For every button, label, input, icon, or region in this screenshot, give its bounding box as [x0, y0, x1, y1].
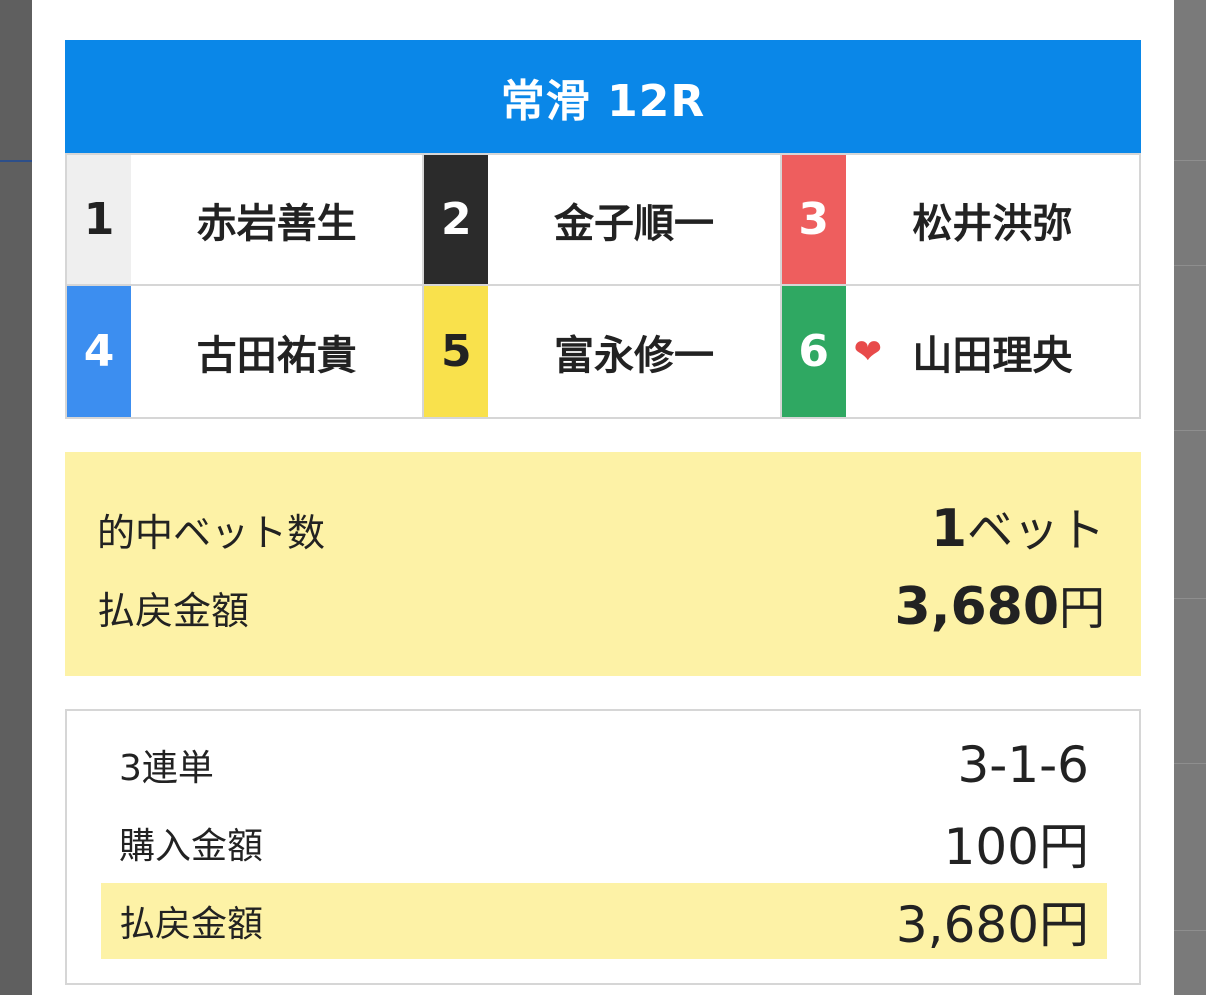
bet-combination: 3-1-6: [957, 736, 1089, 794]
lane-number: 5: [424, 286, 489, 417]
racer-name: 富永修一: [553, 332, 714, 379]
heart-icon: ❤: [853, 331, 883, 372]
bet-type-label: 3連単: [119, 748, 214, 789]
backdrop-line: [1174, 430, 1206, 431]
payout-row: 払戻金額 3,680円: [97, 572, 1105, 638]
entry-lane-6: 6 ❤ 山田理央: [781, 286, 1139, 417]
lane-number: 4: [67, 286, 131, 417]
hit-bets-label: 的中ベット数: [97, 511, 326, 555]
purchase-amount: 100円: [943, 818, 1089, 876]
entry-lane-2: 2 金子順一: [424, 155, 782, 286]
backdrop-line: [1174, 265, 1206, 266]
hit-bets-unit: ベット: [967, 503, 1105, 557]
racer-cell: ❤ 山田理央: [846, 286, 1139, 417]
entry-grid: 1 赤岩善生 2 金子順一 3 松井洪弥 4 古田祐貴 5 富永修一 6 ❤ 山…: [65, 153, 1141, 419]
lane-number: 6: [781, 286, 846, 417]
hit-bets-value: 1ベット: [931, 494, 1105, 560]
payout-value: 3,680円: [895, 572, 1105, 638]
payout-amount: 3,680: [894, 577, 1059, 637]
backdrop-line: [1174, 598, 1206, 599]
entry-lane-1: 1 赤岩善生: [67, 155, 425, 286]
racer-name: 金子順一: [553, 200, 714, 247]
purchase-row: 購入金額 100円: [101, 805, 1107, 881]
lane-number: 1: [67, 155, 131, 284]
result-modal: 常滑 12R 1 赤岩善生 2 金子順一 3 松井洪弥 4 古田祐貴 5 富永修…: [32, 0, 1174, 995]
race-title: 常滑 12R: [65, 40, 1141, 153]
payout-summary: 的中ベット数 1ベット 払戻金額 3,680円: [65, 452, 1141, 676]
hit-bets-row: 的中ベット数 1ベット: [97, 494, 1105, 560]
modal-backdrop-right[interactable]: [1174, 0, 1206, 995]
backdrop-line: [1174, 763, 1206, 764]
detail-payout-amount: 3,680円: [895, 896, 1089, 954]
bet-type-row: 3連単 3-1-6: [101, 727, 1107, 803]
lane-number: 2: [424, 155, 489, 284]
backdrop-line: [1174, 160, 1206, 161]
bet-detail: 3連単 3-1-6 購入金額 100円 払戻金額 3,680円: [65, 709, 1141, 985]
detail-payout-row: 払戻金額 3,680円: [101, 883, 1107, 959]
entry-lane-4: 4 古田祐貴: [67, 286, 425, 417]
racer-name: 松井洪弥: [912, 200, 1073, 247]
modal-backdrop-left[interactable]: [0, 0, 32, 995]
payout-label: 払戻金額: [97, 589, 250, 633]
lane-number: 3: [781, 155, 846, 284]
detail-payout-label: 払戻金額: [119, 904, 264, 945]
entry-lane-3: 3 松井洪弥: [781, 155, 1139, 286]
purchase-label: 購入金額: [119, 826, 264, 867]
backdrop-divider: [0, 160, 32, 162]
racer-name: 赤岩善生: [196, 200, 357, 247]
payout-unit: 円: [1059, 581, 1105, 635]
hit-bets-count: 1: [930, 499, 967, 559]
entry-lane-5: 5 富永修一: [424, 286, 782, 417]
racer-name: 山田理央: [912, 332, 1073, 379]
backdrop-line: [1174, 930, 1206, 931]
racer-name: 古田祐貴: [196, 332, 357, 379]
